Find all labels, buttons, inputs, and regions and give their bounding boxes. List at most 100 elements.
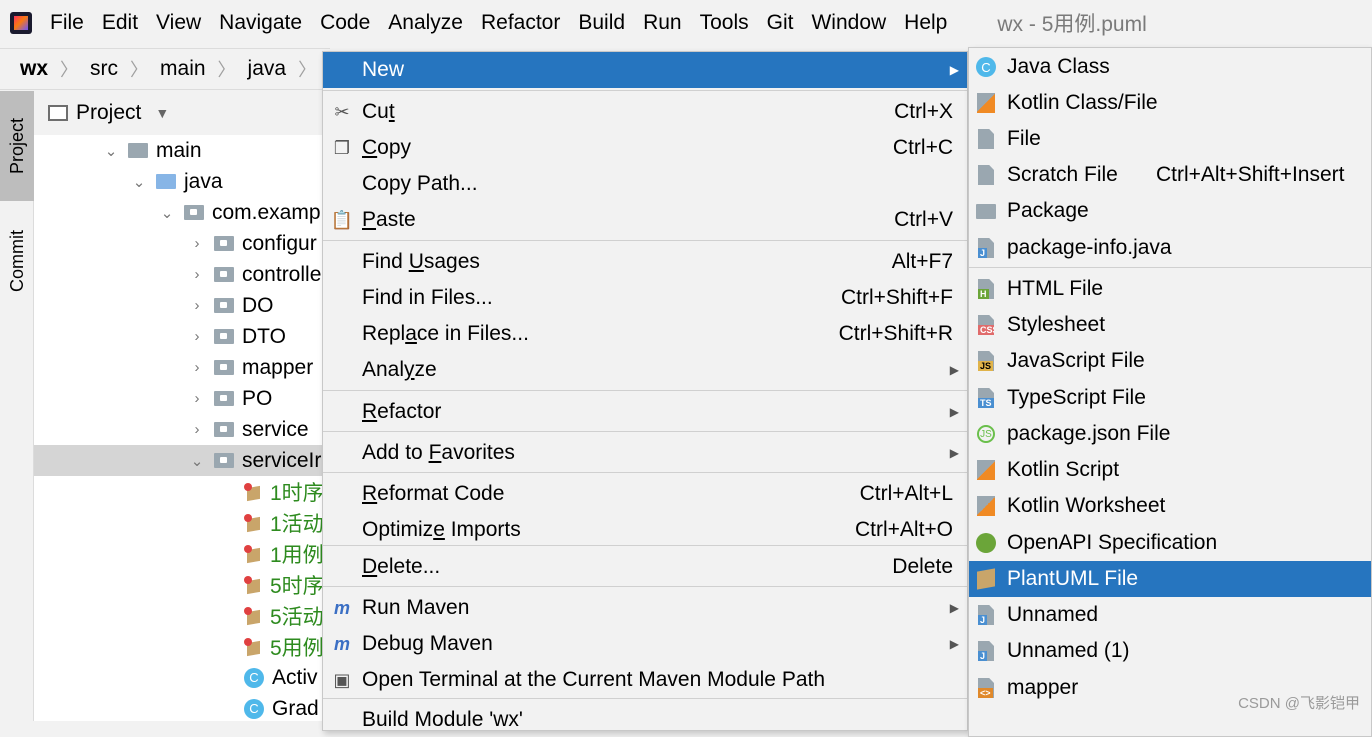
menu-help[interactable]: Help	[904, 11, 947, 35]
menu-git[interactable]: Git	[767, 11, 794, 35]
tree-node-label: main	[156, 139, 202, 163]
context-menu-item-analyze[interactable]: Analyze▶	[323, 352, 967, 388]
chevron-right-icon[interactable]: ›	[190, 328, 204, 345]
menu-refactor[interactable]: Refactor	[481, 11, 560, 35]
new-submenu-item-kotlin-worksheet[interactable]: Kotlin Worksheet	[969, 488, 1371, 524]
context-menu-item-copy[interactable]: ❐CopyCtrl+C	[323, 130, 967, 166]
chevron-right-icon[interactable]: ›	[190, 359, 204, 376]
plantuml-icon	[244, 545, 264, 563]
new-submenu-item-kotlin-script[interactable]: Kotlin Script	[969, 452, 1371, 488]
tree-node[interactable]: ›mapper	[34, 352, 334, 383]
breadcrumb-item-wx[interactable]: wx	[20, 57, 48, 81]
tree-node[interactable]: ›DTO	[34, 321, 334, 352]
dropdown-caret-icon[interactable]: ▼	[155, 105, 169, 121]
package-icon	[214, 391, 234, 406]
context-menu-item-refactor[interactable]: Refactor▶	[323, 394, 967, 430]
context-menu-item-add-to-favorites[interactable]: Add to Favorites▶	[323, 435, 967, 471]
window-title: wx - 5用例.puml	[997, 8, 1146, 38]
context-menu-item-cut[interactable]: ✂CutCtrl+X	[323, 94, 967, 130]
chevron-down-icon[interactable]: ⌄	[104, 142, 118, 160]
tree-node[interactable]: 5用例	[34, 631, 334, 662]
context-menu-item-optimize-imports[interactable]: Optimize ImportsCtrl+Alt+O	[323, 512, 967, 548]
menu-view[interactable]: View	[156, 11, 201, 35]
submenu-arrow-icon: ▶	[950, 63, 959, 77]
context-menu-item-copy-path[interactable]: Copy Path...	[323, 166, 967, 202]
context-menu-item-open-terminal-at-the-current-maven-module-path[interactable]: ▣Open Terminal at the Current Maven Modu…	[323, 662, 967, 698]
chevron-down-icon[interactable]: ⌄	[190, 452, 204, 470]
tree-node[interactable]: ›configur	[34, 228, 334, 259]
tab-commit[interactable]: Commit	[0, 211, 34, 311]
breadcrumb-item-src[interactable]: src	[90, 57, 118, 81]
new-submenu-item-stylesheet[interactable]: CSSStylesheet	[969, 307, 1371, 343]
tree-node[interactable]: CActiv	[34, 662, 334, 693]
tree-node[interactable]: 5时序	[34, 569, 334, 600]
menu-navigate[interactable]: Navigate	[219, 11, 302, 35]
chevron-right-icon[interactable]: ›	[190, 390, 204, 407]
tree-node[interactable]: 1时序	[34, 476, 334, 507]
new-submenu-item-kotlin-class-file[interactable]: Kotlin Class/File	[969, 85, 1371, 121]
chevron-right-icon[interactable]: ›	[190, 266, 204, 283]
context-menu-item-build-module-wx[interactable]: Build Module 'wx'	[323, 702, 967, 731]
new-submenu-item-label: OpenAPI Specification	[1007, 531, 1217, 555]
menu-code[interactable]: Code	[320, 11, 370, 35]
watermark: CSDN @飞影铠甲	[1238, 692, 1360, 713]
new-submenu-item-java-class[interactable]: CJava Class	[969, 49, 1371, 85]
new-submenu-item-unnamed[interactable]: JUnnamed	[969, 597, 1371, 633]
tab-project[interactable]: Project	[0, 91, 34, 201]
menu-tools[interactable]: Tools	[700, 11, 749, 35]
menu-separator	[323, 472, 967, 473]
new-submenu-item-openapi-specification[interactable]: OpenAPI Specification	[969, 525, 1371, 561]
context-menu-item-find-in-files[interactable]: Find in Files...Ctrl+Shift+F	[323, 280, 967, 316]
tree-node[interactable]: ⌄com.examp	[34, 197, 334, 228]
tree-node[interactable]: 5活动	[34, 600, 334, 631]
context-menu-item-run-maven[interactable]: mRun Maven▶	[323, 590, 967, 626]
tree-node[interactable]: ⌄ main	[34, 135, 334, 166]
package-icon	[214, 298, 234, 313]
context-menu-item-paste[interactable]: 📋PasteCtrl+V	[323, 202, 967, 238]
chevron-right-icon[interactable]: ›	[190, 421, 204, 438]
tree-node-label: 5活动	[270, 601, 324, 631]
project-panel-header[interactable]: Project ▼	[34, 91, 334, 135]
new-submenu-item-package[interactable]: Package	[969, 193, 1371, 229]
tree-node[interactable]: 1活动	[34, 507, 334, 538]
menu-run[interactable]: Run	[643, 11, 682, 35]
menu-analyze[interactable]: Analyze	[388, 11, 463, 35]
new-submenu-item-unnamed-1[interactable]: JUnnamed (1)	[969, 633, 1371, 669]
plantuml-icon	[244, 638, 264, 656]
menu-build[interactable]: Build	[578, 11, 625, 35]
tree-node[interactable]: ⌄java	[34, 166, 334, 197]
context-menu-item-debug-maven[interactable]: mDebug Maven▶	[323, 626, 967, 662]
context-menu-item-find-usages[interactable]: Find UsagesAlt+F7	[323, 244, 967, 280]
breadcrumb-item-java[interactable]: java	[248, 57, 287, 81]
new-submenu-item-package-json-file[interactable]: JSpackage.json File	[969, 416, 1371, 452]
chevron-right-icon[interactable]: ›	[190, 297, 204, 314]
chevron-down-icon[interactable]: ⌄	[132, 173, 146, 191]
menu-window[interactable]: Window	[811, 11, 886, 35]
new-submenu-item-javascript-file[interactable]: JSJavaScript File	[969, 343, 1371, 379]
tree-node[interactable]: ›controlle	[34, 259, 334, 290]
chevron-down-icon[interactable]: ⌄	[160, 204, 174, 222]
context-menu-item-delete[interactable]: Delete...Delete	[323, 549, 967, 585]
new-submenu-item-html-file[interactable]: HHTML File	[969, 271, 1371, 307]
new-submenu-item-label: TypeScript File	[1007, 386, 1146, 410]
new-submenu-item-file[interactable]: File	[969, 121, 1371, 157]
chevron-right-icon[interactable]: ›	[190, 235, 204, 252]
new-submenu-item-scratch-file[interactable]: Scratch FileCtrl+Alt+Shift+Insert	[969, 157, 1371, 193]
tree-node[interactable]: ⌄serviceIr	[34, 445, 334, 476]
context-menu-item-replace-in-files[interactable]: Replace in Files...Ctrl+Shift+R	[323, 316, 967, 352]
tree-node-label: 1用例	[270, 539, 324, 569]
menu-file[interactable]: File	[50, 11, 84, 35]
tree-node[interactable]: ›DO	[34, 290, 334, 321]
menu-edit[interactable]: Edit	[102, 11, 138, 35]
package-icon	[184, 205, 204, 220]
new-submenu-item-package-info-java[interactable]: Jpackage-info.java	[969, 230, 1371, 266]
new-submenu-item-typescript-file[interactable]: TSTypeScript File	[969, 380, 1371, 416]
tree-node[interactable]: ›service	[34, 414, 334, 445]
tree-node[interactable]: CGrad	[34, 693, 334, 721]
context-menu-item-reformat-code[interactable]: Reformat CodeCtrl+Alt+L	[323, 476, 967, 512]
tree-node[interactable]: 1用例	[34, 538, 334, 569]
context-menu-item-new[interactable]: New▶	[323, 52, 967, 88]
tree-node[interactable]: ›PO	[34, 383, 334, 414]
breadcrumb-item-main[interactable]: main	[160, 57, 206, 81]
new-submenu-item-plantuml-file[interactable]: PlantUML File	[969, 561, 1371, 597]
